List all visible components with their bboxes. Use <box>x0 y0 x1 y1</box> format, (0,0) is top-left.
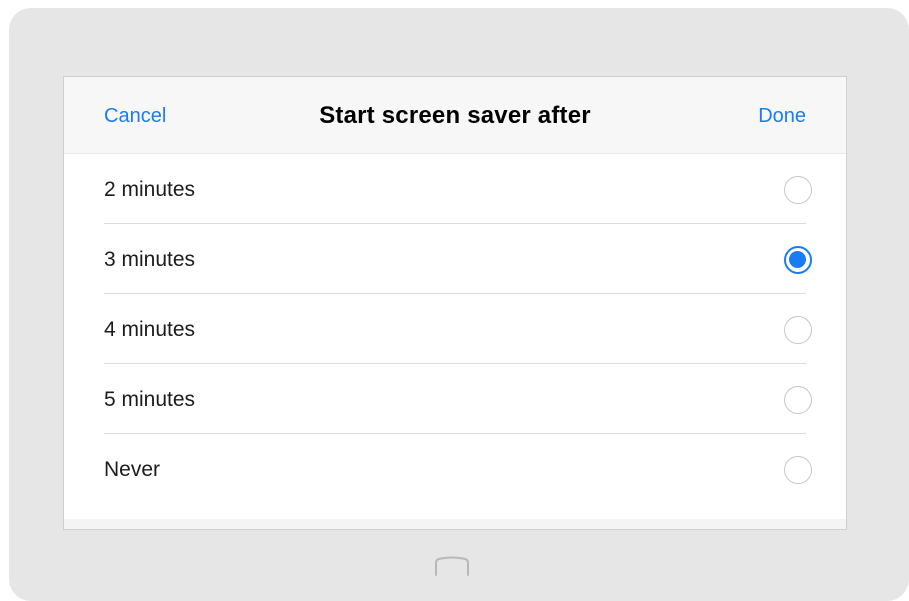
option-label: 4 minutes <box>104 318 196 341</box>
radio-selected-dot-icon <box>789 251 806 268</box>
option-row-4-minutes[interactable]: 4 minutes <box>64 294 846 364</box>
option-row-3-minutes[interactable]: 3 minutes <box>64 224 846 294</box>
option-label: 5 minutes <box>104 388 196 411</box>
option-label: 2 minutes <box>104 178 196 201</box>
option-row-2-minutes[interactable]: 2 minutes <box>64 154 846 224</box>
radio-button[interactable] <box>784 176 812 204</box>
home-button-icon[interactable] <box>433 556 471 576</box>
option-row-5-minutes[interactable]: 5 minutes <box>64 364 846 434</box>
dialog-bottom-strip <box>64 519 846 529</box>
dialog-title: Start screen saver after <box>319 102 591 129</box>
dialog-header: Cancel Start screen saver after Done <box>64 77 846 154</box>
option-row-never[interactable]: Never <box>64 434 846 504</box>
screen-saver-dialog: Cancel Start screen saver after Done 2 m… <box>63 76 847 530</box>
radio-button[interactable] <box>784 386 812 414</box>
option-label: 3 minutes <box>104 248 196 271</box>
options-list: 2 minutes 3 minutes 4 minutes 5 minutes … <box>64 154 846 504</box>
radio-button[interactable] <box>784 316 812 344</box>
option-label: Never <box>104 458 161 481</box>
radio-button-selected[interactable] <box>784 246 812 274</box>
radio-button[interactable] <box>784 456 812 484</box>
done-button[interactable]: Done <box>758 105 806 128</box>
